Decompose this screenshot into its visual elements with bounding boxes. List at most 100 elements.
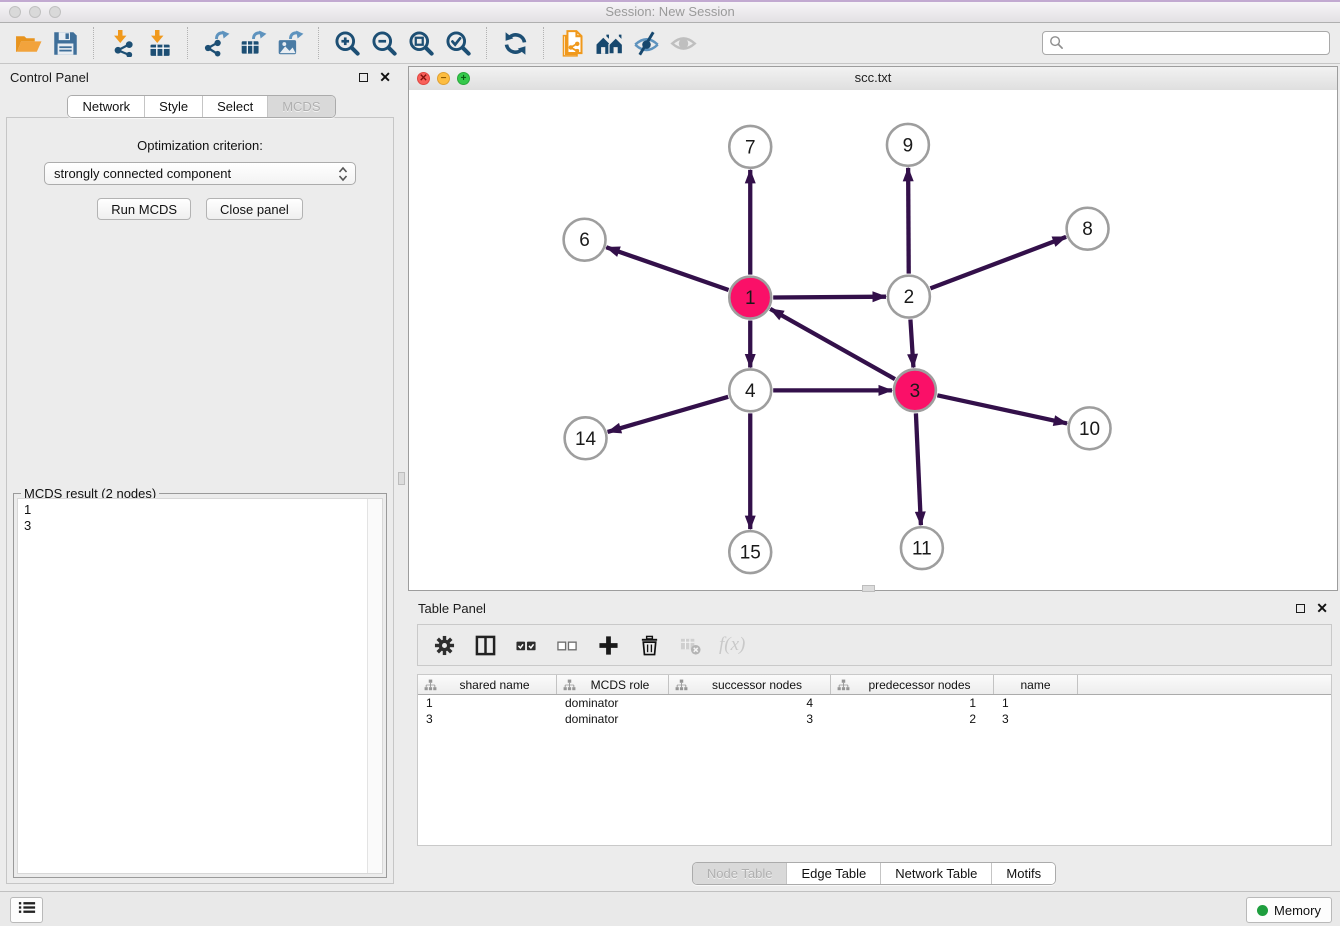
- table-row[interactable]: 3dominator323: [418, 711, 1331, 727]
- close-panel-button[interactable]: Close panel: [206, 198, 303, 220]
- table-cell: 3: [994, 711, 1078, 727]
- save-session-icon: [52, 30, 79, 57]
- network-window-titlebar[interactable]: ✕ − + scc.txt: [409, 67, 1337, 91]
- network-minimize-icon[interactable]: −: [437, 72, 450, 85]
- graph-edge-1-6[interactable]: [606, 247, 728, 290]
- table-panel-tab-node-table[interactable]: Node Table: [693, 863, 788, 884]
- table-panel-tabs: Node TableEdge TableNetwork TableMotifs: [692, 862, 1056, 885]
- graph-node-7[interactable]: 7: [729, 126, 771, 168]
- export-image-button[interactable]: [272, 26, 309, 60]
- export-network-icon: [203, 30, 230, 57]
- graph-edge-2-3[interactable]: [910, 320, 913, 368]
- column-header-mcds-role[interactable]: MCDS role: [557, 675, 669, 694]
- control-panel-tab-network[interactable]: Network: [68, 96, 145, 117]
- graph-edge-2-8[interactable]: [930, 237, 1066, 288]
- toolbar-icons: [10, 26, 702, 60]
- graph-edge-2-9[interactable]: [908, 168, 909, 274]
- new-network-from-selection-button[interactable]: [554, 26, 591, 60]
- graph-node-9[interactable]: 9: [887, 124, 929, 166]
- delete-table-button[interactable]: [678, 633, 702, 657]
- panels-list-button[interactable]: [10, 897, 43, 923]
- table-panel-tab-network-table[interactable]: Network Table: [881, 863, 992, 884]
- column-header-label: predecessor nodes: [868, 678, 970, 692]
- import-table-button[interactable]: [141, 26, 178, 60]
- deselect-checkboxes-button[interactable]: [555, 633, 579, 657]
- window-controls: [9, 6, 61, 18]
- network-canvas[interactable]: 1 2 3 4 6 7 8 9 10 11 14 15: [409, 90, 1337, 590]
- optimization-criterion-label: Optimization criterion:: [7, 138, 393, 153]
- minimize-window-button[interactable]: [29, 6, 41, 18]
- save-session-button[interactable]: [47, 26, 84, 60]
- maximize-window-button[interactable]: [49, 6, 61, 18]
- toolbar-separator: [187, 27, 189, 59]
- export-network-button[interactable]: [198, 26, 235, 60]
- svg-text:10: 10: [1079, 419, 1100, 440]
- zoom-fit-button[interactable]: [403, 26, 440, 60]
- zoom-in-button[interactable]: [329, 26, 366, 60]
- graph-node-10[interactable]: 10: [1069, 407, 1111, 449]
- network-maximize-icon[interactable]: +: [457, 72, 470, 85]
- open-session-button[interactable]: [10, 26, 47, 60]
- result-scrollbar[interactable]: [367, 499, 382, 873]
- zoom-in-icon: [334, 30, 361, 57]
- criterion-select[interactable]: strongly connected component: [44, 162, 356, 185]
- open-session-icon: [15, 30, 42, 57]
- hide-selected-icon: [633, 30, 660, 57]
- close-panel-icon[interactable]: ✕: [1316, 603, 1328, 613]
- graph-edge-4-14[interactable]: [608, 397, 729, 432]
- zoom-out-button[interactable]: [366, 26, 403, 60]
- graph-node-14[interactable]: 14: [565, 417, 607, 459]
- control-panel-tab-mcds[interactable]: MCDS: [268, 96, 334, 117]
- import-network-button[interactable]: [104, 26, 141, 60]
- graph-edge-3-11[interactable]: [916, 413, 921, 525]
- svg-text:3: 3: [910, 381, 921, 402]
- column-header-shared-name[interactable]: shared name: [418, 675, 557, 694]
- graph-node-6[interactable]: 6: [564, 219, 606, 261]
- show-all-button[interactable]: [665, 26, 702, 60]
- graph-node-15[interactable]: 15: [729, 531, 771, 573]
- column-view-button[interactable]: [473, 633, 497, 657]
- export-table-button[interactable]: [235, 26, 272, 60]
- graph-edge-1-2[interactable]: [773, 297, 886, 298]
- svg-text:4: 4: [745, 381, 756, 402]
- memory-button[interactable]: Memory: [1246, 897, 1332, 923]
- criterion-selected-value: strongly connected component: [54, 166, 231, 181]
- control-panel-tab-select[interactable]: Select: [203, 96, 268, 117]
- graph-node-2[interactable]: 2: [888, 276, 930, 318]
- graph-node-1[interactable]: 1: [729, 277, 771, 319]
- float-panel-icon[interactable]: [1296, 604, 1305, 613]
- gear-button[interactable]: [432, 633, 456, 657]
- panel-splitter-handle[interactable]: [398, 472, 405, 485]
- function-builder-button[interactable]: f(x): [719, 633, 745, 657]
- graph-edge-3-10[interactable]: [937, 395, 1067, 423]
- control-panel-tab-style[interactable]: Style: [145, 96, 203, 117]
- column-header-successor-nodes[interactable]: successor nodes: [669, 675, 831, 694]
- run-mcds-button[interactable]: Run MCDS: [97, 198, 191, 220]
- graph-node-11[interactable]: 11: [901, 527, 943, 569]
- graph-node-4[interactable]: 4: [729, 369, 771, 411]
- view-splitter-handle[interactable]: [862, 585, 875, 592]
- add-column-button[interactable]: [596, 633, 620, 657]
- zoom-selected-button[interactable]: [440, 26, 477, 60]
- network-close-icon[interactable]: ✕: [417, 72, 430, 85]
- graph-node-3[interactable]: 3: [894, 369, 936, 411]
- graph-edge-3-1[interactable]: [770, 309, 895, 379]
- column-view-icon: [475, 635, 496, 656]
- search-input[interactable]: [1042, 31, 1330, 55]
- table-row[interactable]: 1dominator411: [418, 695, 1331, 711]
- close-window-button[interactable]: [9, 6, 21, 18]
- float-panel-icon[interactable]: [359, 73, 368, 82]
- column-header-name[interactable]: name: [994, 675, 1078, 694]
- refresh-button[interactable]: [497, 26, 534, 60]
- table-panel-tab-motifs[interactable]: Motifs: [992, 863, 1055, 884]
- select-all-checkboxes-button[interactable]: [514, 633, 538, 657]
- table-panel-tab-edge-table[interactable]: Edge Table: [787, 863, 881, 884]
- graph-node-8[interactable]: 8: [1067, 208, 1109, 250]
- delete-column-button[interactable]: [637, 633, 661, 657]
- memory-label: Memory: [1274, 903, 1321, 918]
- hide-selected-button[interactable]: [628, 26, 665, 60]
- column-header-predecessor-nodes[interactable]: predecessor nodes: [831, 675, 994, 694]
- first-neighbors-button[interactable]: [591, 26, 628, 60]
- table-cell: 1: [418, 695, 557, 711]
- close-panel-icon[interactable]: ✕: [379, 72, 391, 82]
